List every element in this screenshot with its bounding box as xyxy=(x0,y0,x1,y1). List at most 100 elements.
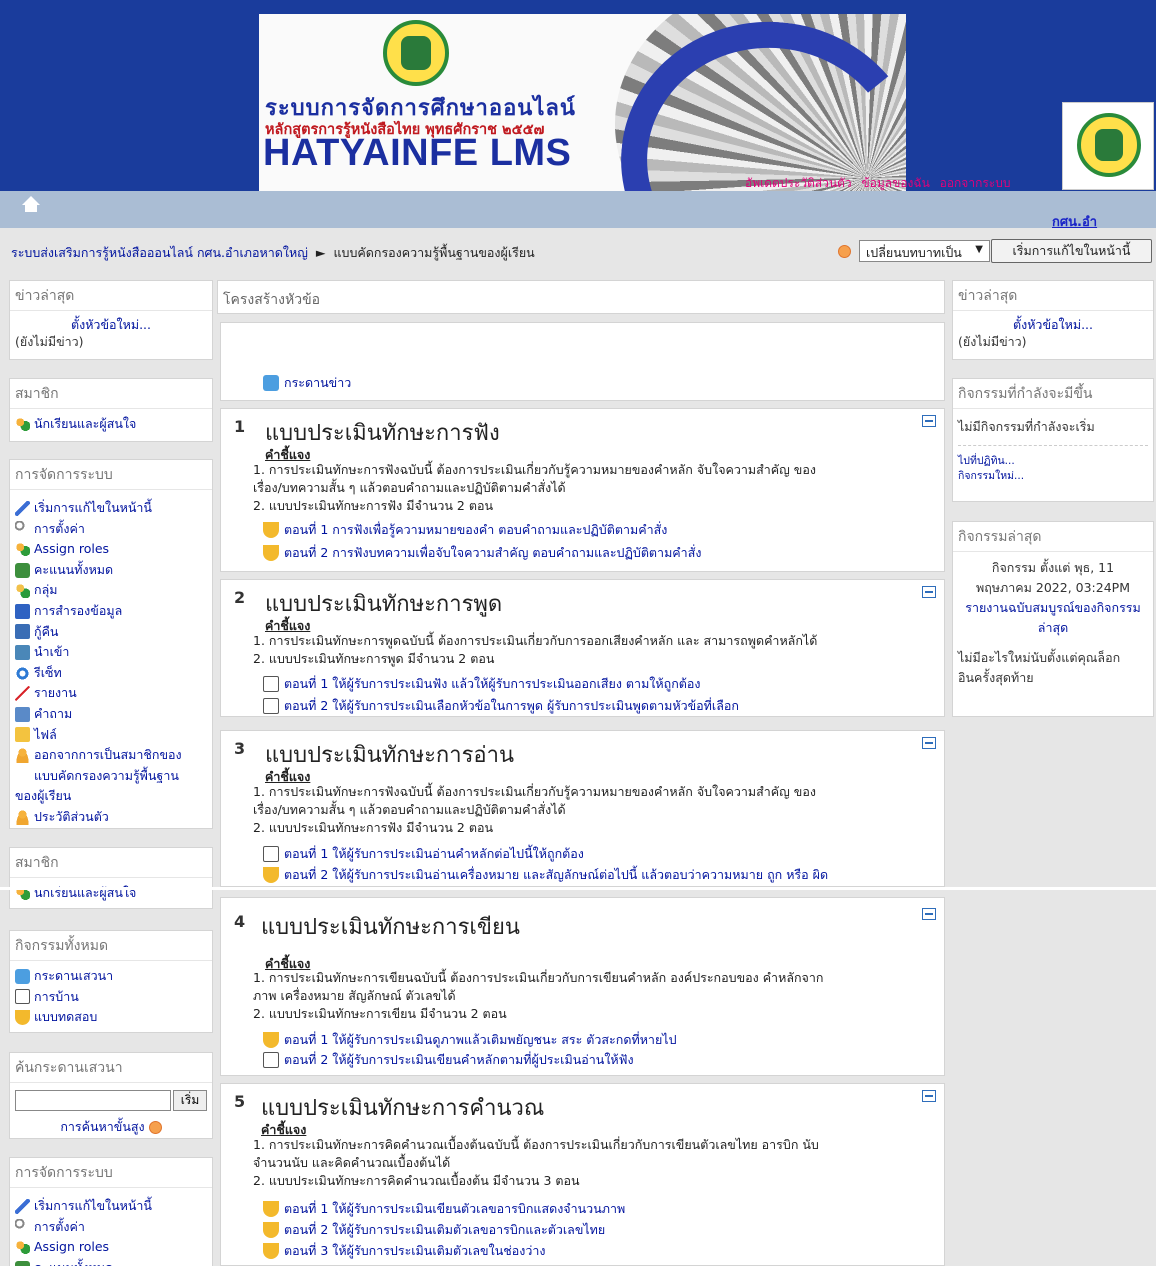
activity-link[interactable]: ตอนที่ 1 ให้ผู้รับการประเมินฟัง แล้วให้ผ… xyxy=(263,674,701,694)
members-block: สมาชิก นักเรียนและผู้สนใจ xyxy=(9,378,213,442)
news-forum-link[interactable]: กระดานข่าว xyxy=(263,373,351,393)
switch-role-select[interactable]: เปลี่ยนบทบาทเป็น ▼ xyxy=(859,240,990,262)
full-report-link[interactable]: รายงานฉบับสมบูรณ์ของกิจกรรม xyxy=(965,600,1141,615)
search-forums-input[interactable] xyxy=(15,1090,171,1111)
collapse-icon[interactable] xyxy=(922,737,936,749)
turn-editing-on-button[interactable]: เริ่มการแก้ไขในหน้านี้ xyxy=(991,239,1152,263)
questions-icon xyxy=(15,706,30,722)
person-icon xyxy=(15,809,30,825)
admin-item-questions[interactable]: คำถาม xyxy=(15,704,207,725)
collapse-icon[interactable] xyxy=(922,1090,936,1102)
users-icon xyxy=(15,416,30,432)
admin-item-backup[interactable]: การสำรองข้อมูล xyxy=(15,601,207,622)
search-go-button[interactable]: เริ่ม xyxy=(173,1090,207,1111)
admin-item-label: Assign roles xyxy=(34,541,110,557)
activities-block: กิจกรรมทั้งหมด กระดานเสวนา การบ้าน แบบทด… xyxy=(9,930,213,1033)
new-event-link[interactable]: กิจกรรมใหม่... xyxy=(958,470,1024,482)
site-banner: ระบบการจัดการศึกษาออนไลน์ หลักสูตรการรู้… xyxy=(259,14,906,191)
activity-link[interactable]: ตอนที่ 2 การฟังบทความเพื่อจับใจความสำคัญ… xyxy=(263,543,701,563)
section-number: 1 xyxy=(234,417,246,436)
admin-item-reset[interactable]: รีเซ็ท xyxy=(15,663,207,684)
quiz-icon xyxy=(263,1201,279,1217)
forum-icon xyxy=(263,375,279,391)
admin-item-profile[interactable]: ประวัติส่วนตัว xyxy=(15,807,207,828)
add-news-link[interactable]: ตั้งหัวข้อใหม่... xyxy=(71,317,151,332)
admin-item-assign-roles[interactable]: Assign roles xyxy=(15,539,207,560)
summary-line: 2. แบบประเมินทักษะการฟัง มีจำนวน 2 ตอน xyxy=(253,498,493,513)
unenrol-line-2[interactable]: แบบคัดกรองความรู้พื้นฐาน xyxy=(15,766,207,787)
collapse-icon[interactable] xyxy=(922,415,936,427)
admin-item-assign-roles[interactable]: Assign roles xyxy=(15,1237,207,1258)
activity-type-quizzes[interactable]: แบบทดสอบ xyxy=(15,1007,207,1028)
activity-link[interactable]: ตอนที่ 1 ให้ผู้รับการประเมินเขียนตัวเลขอ… xyxy=(263,1199,625,1219)
admin-item-restore[interactable]: กู้คืน xyxy=(15,622,207,643)
full-report-link-2[interactable]: ล่าสุด xyxy=(1038,620,1068,635)
summary-line: เรื่อง/บทความสั้น ๆ แล้วตอบคำถามและปฏิบั… xyxy=(253,480,566,495)
collapse-icon[interactable] xyxy=(922,908,936,920)
upcoming-events-block: กิจกรรมที่กำลังจะมีขึ้น ไม่มีกิจกรรมที่ก… xyxy=(952,378,1154,502)
activity-link[interactable]: ตอนที่ 1 ให้ผู้รับการประเมินดูภาพแล้วเติ… xyxy=(263,1030,677,1050)
admin-item-unenrol[interactable]: ออกจากการเป็นสมาชิกของ xyxy=(15,745,207,766)
news-block-left: ข่าวล่าสุด ตั้งหัวข้อใหม่... (ยังไม่มีข่… xyxy=(9,280,213,360)
activity-type-assignments[interactable]: การบ้าน xyxy=(15,987,207,1008)
assign-roles-icon xyxy=(15,1239,30,1255)
administration-block-title: การจัดการระบบ xyxy=(10,1158,212,1188)
activity-link[interactable]: ตอนที่ 2 ให้ผู้รับการประเมินเติมตัวเลขอา… xyxy=(263,1220,605,1240)
summary-line: 1. การประเมินทักษะการฟังฉบับนี้ ต้องการป… xyxy=(253,784,816,799)
logout-link[interactable]: ออกจากระบบ xyxy=(940,176,1011,190)
activity-link[interactable]: ตอนที่ 2 ให้ผู้รับการประเมินเลือกหัวข้อใ… xyxy=(263,696,739,716)
members-block-title: สมาชิก xyxy=(10,379,212,409)
news-block-title: ข่าวล่าสุด xyxy=(953,281,1153,311)
assignment-icon xyxy=(15,989,30,1005)
advanced-search-link[interactable]: การค้นหาขั้นสูง xyxy=(60,1117,144,1137)
groups-icon xyxy=(15,583,30,599)
home-icon[interactable] xyxy=(22,196,40,214)
admin-item-settings[interactable]: การตั้งค่า xyxy=(15,1217,207,1238)
wrench-icon xyxy=(15,1219,30,1235)
admin-item-settings[interactable]: การตั้งค่า xyxy=(15,519,207,540)
help-icon[interactable] xyxy=(148,1120,162,1134)
activity-link[interactable]: ตอนที่ 2 ให้ผู้รับการประเมินเขียนคำหลักต… xyxy=(263,1050,634,1070)
go-to-calendar-link[interactable]: ไปที่ปฏิทิน... xyxy=(958,455,1015,467)
nothing-new-line-1: ไม่มีอะไรใหม่นับตั้งแต่คุณล็อก xyxy=(958,650,1121,665)
add-news-link[interactable]: ตั้งหัวข้อใหม่... xyxy=(1013,317,1093,332)
section-3: 3 แบบประเมินทักษะการอ่าน คำชี้แจง 1. การ… xyxy=(220,730,945,887)
update-profile-link[interactable]: อัพเดตประวัติส่วนตัว xyxy=(745,176,852,190)
my-profile-link[interactable]: ข้อมูลของฉัน xyxy=(861,176,929,190)
upcoming-events-title: กิจกรรมที่กำลังจะมีขึ้น xyxy=(953,379,1153,409)
admin-item-turn-editing-on[interactable]: เริ่มการแก้ไขในหน้านี้ xyxy=(15,1196,207,1217)
admin-item-grades[interactable]: คะแนนทั้งหมด xyxy=(15,1258,207,1266)
admin-item-label: Assign roles xyxy=(34,1239,110,1255)
admin-item-reports[interactable]: รายงาน xyxy=(15,683,207,704)
admin-item-label: นำเข้า xyxy=(34,644,70,660)
admin-item-import[interactable]: นำเข้า xyxy=(15,642,207,663)
no-news-text: (ยังไม่มีข่าว) xyxy=(15,334,84,349)
activity-link[interactable]: ตอนที่ 3 ให้ผู้รับการประเมินเติมตัวเลขใน… xyxy=(263,1241,545,1261)
admin-item-groups[interactable]: กลุ่ม xyxy=(15,580,207,601)
unenrol-label: ออกจากการเป็นสมาชิกของ xyxy=(34,747,182,763)
activity-link[interactable]: ตอนที่ 1 ให้ผู้รับการประเมินอ่านคำหลักต่… xyxy=(263,844,584,864)
breadcrumb-separator: ► xyxy=(315,245,326,260)
activity-label: ตอนที่ 1 ให้ผู้รับการประเมินเขียนตัวเลขอ… xyxy=(284,1201,626,1216)
org-link[interactable]: กศน.อำ xyxy=(1052,211,1097,232)
section-4: 4 แบบประเมินทักษะการเขียน คำชี้แจง 1. กา… xyxy=(220,897,945,1076)
recent-activity-block: กิจกรรมล่าสุด กิจกรรม ตั้งแต่ พุธ, 11 พฤ… xyxy=(952,521,1154,717)
admin-item-files[interactable]: ไฟล์ xyxy=(15,725,207,746)
members-link[interactable]: นักเรียนและผู้สนใจ xyxy=(15,414,207,435)
activity-link[interactable]: ตอนที่ 1 การฟังเพื่อรู้ความหมายของคำ ตอบ… xyxy=(263,520,667,540)
section-summary: 1. การประเมินทักษะการพูดฉบับนี้ ต้องการป… xyxy=(253,632,913,668)
admin-item-label: กู้คืน xyxy=(34,623,59,639)
activity-label: ตอนที่ 2 ให้ผู้รับการประเมินอ่านเครื่องห… xyxy=(284,867,829,882)
admin-item-turn-editing-on[interactable]: เริ่มการแก้ไขในหน้านี้ xyxy=(15,498,207,519)
summary-line: 1. การประเมินทักษะการฟังฉบับนี้ ต้องการป… xyxy=(253,462,816,477)
activity-link[interactable]: ตอนที่ 2 ให้ผู้รับการประเมินอ่านเครื่องห… xyxy=(263,865,828,885)
admin-item-label: คำถาม xyxy=(34,705,73,721)
activity-type-forums[interactable]: กระดานเสวนา xyxy=(15,966,207,987)
summary-line: จำนวนนับ และคิดคำนวณเบื้องต้นได้ xyxy=(253,1155,451,1170)
admin-item-grades[interactable]: คะแนนทั้งหมด xyxy=(15,560,207,581)
assignment-icon xyxy=(263,846,279,862)
help-icon[interactable] xyxy=(838,245,851,258)
collapse-icon[interactable] xyxy=(922,586,936,598)
breadcrumb-home[interactable]: ระบบส่งเสริมการรู้หนังสือออนไลน์ กศน.อำเ… xyxy=(11,245,308,260)
unenrol-line-3[interactable]: ของผู้เรียน xyxy=(15,786,207,807)
